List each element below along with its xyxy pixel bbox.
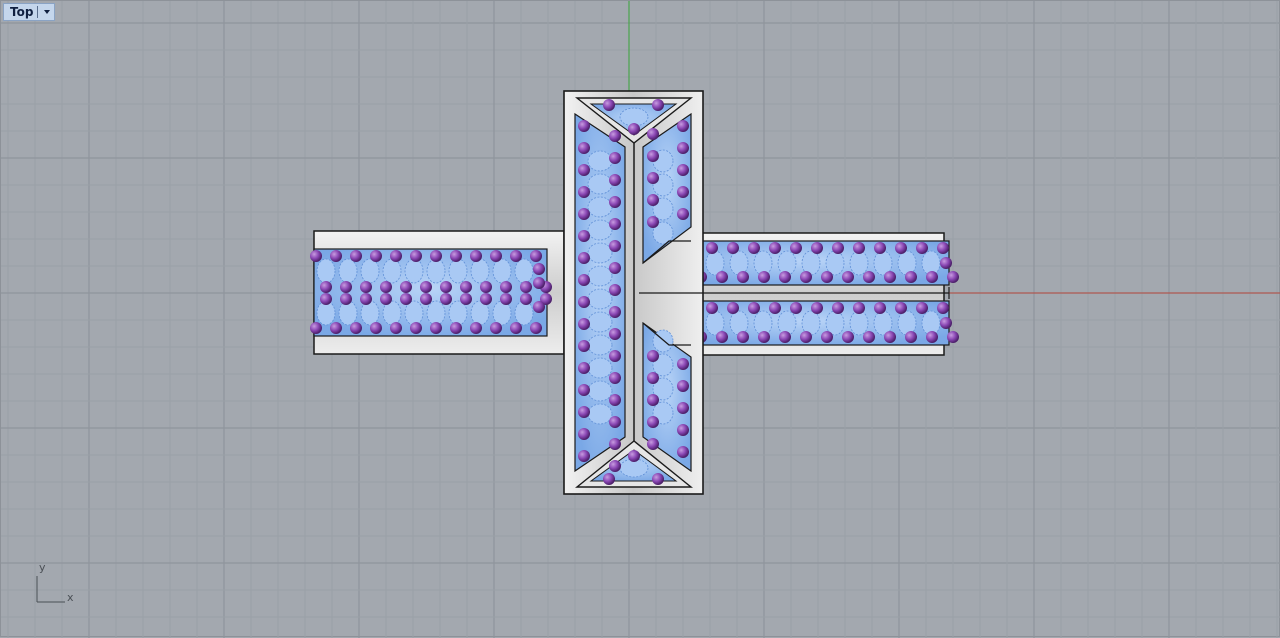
axis-label-y: y bbox=[39, 561, 46, 574]
tab-separator bbox=[37, 6, 39, 18]
viewport-title-tab[interactable]: Top bbox=[3, 3, 56, 21]
axis-icon bbox=[36, 576, 65, 603]
viewport-top[interactable]: Top y x bbox=[0, 0, 1280, 638]
left-band[interactable] bbox=[310, 230, 565, 355]
chevron-down-icon[interactable] bbox=[44, 10, 51, 14]
right-band[interactable] bbox=[660, 232, 959, 356]
jewelry-model[interactable] bbox=[310, 90, 959, 495]
axis-label-x: x bbox=[67, 591, 74, 604]
viewport-canvas[interactable] bbox=[1, 1, 1280, 638]
viewport-title[interactable]: Top bbox=[10, 5, 33, 19]
